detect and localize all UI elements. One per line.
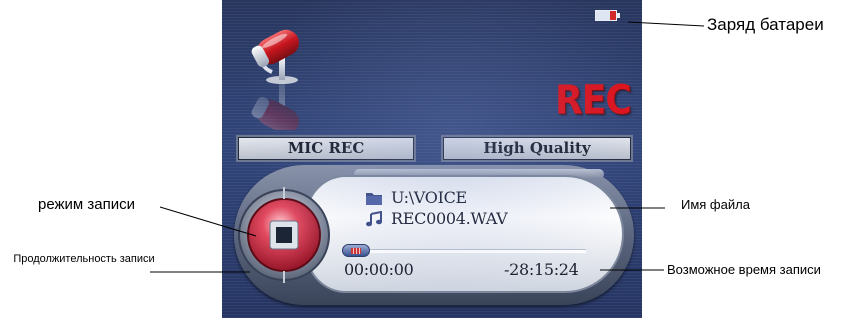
remaining-annotation: Возможное время записи bbox=[667, 262, 821, 277]
battery-annotation: Заряд батареи bbox=[707, 15, 824, 34]
duration-annotation: Продолжительность записи bbox=[13, 253, 155, 265]
filename-annotation: Имя файла bbox=[681, 197, 750, 212]
mode-annotation: режим записи bbox=[38, 196, 136, 213]
